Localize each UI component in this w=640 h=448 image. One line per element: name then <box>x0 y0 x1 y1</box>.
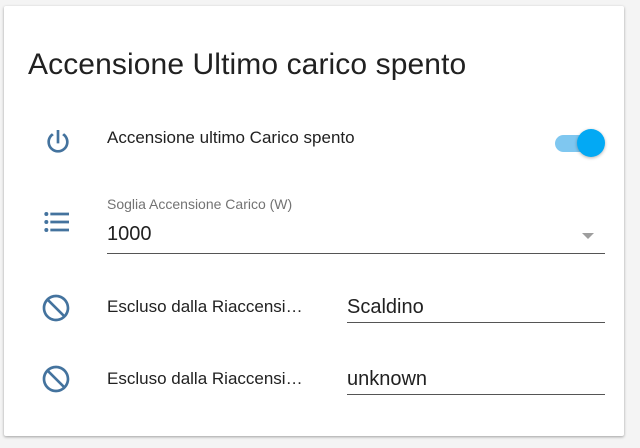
excluded-entity-input-2[interactable] <box>347 364 605 395</box>
cancel-icon <box>40 292 72 324</box>
threshold-select-label: Soglia Accensione Carico (W) <box>107 196 293 212</box>
power-toggle-switch[interactable] <box>553 127 605 159</box>
excluded-entity-input-1[interactable] <box>347 292 605 323</box>
power-icon <box>42 126 74 158</box>
power-switch-label: Accensione ultimo Carico spento <box>107 128 355 147</box>
settings-card: Accensione Ultimo carico spento Accensio… <box>4 6 624 436</box>
select-underline <box>107 253 605 254</box>
card-title: Accensione Ultimo carico spento <box>28 48 467 81</box>
excluded-entity-label-2: Escluso dalla Riaccensi… <box>107 369 303 388</box>
toggle-thumb[interactable] <box>577 129 605 157</box>
threshold-select[interactable]: Soglia Accensione Carico (W) 1000 <box>107 196 605 254</box>
cancel-icon <box>40 363 72 395</box>
excluded-entity-label-1: Escluso dalla Riaccensi… <box>107 297 303 316</box>
threshold-select-value: 1000 <box>107 223 152 245</box>
list-icon <box>41 206 73 238</box>
dropdown-arrow-icon[interactable] <box>582 233 594 239</box>
